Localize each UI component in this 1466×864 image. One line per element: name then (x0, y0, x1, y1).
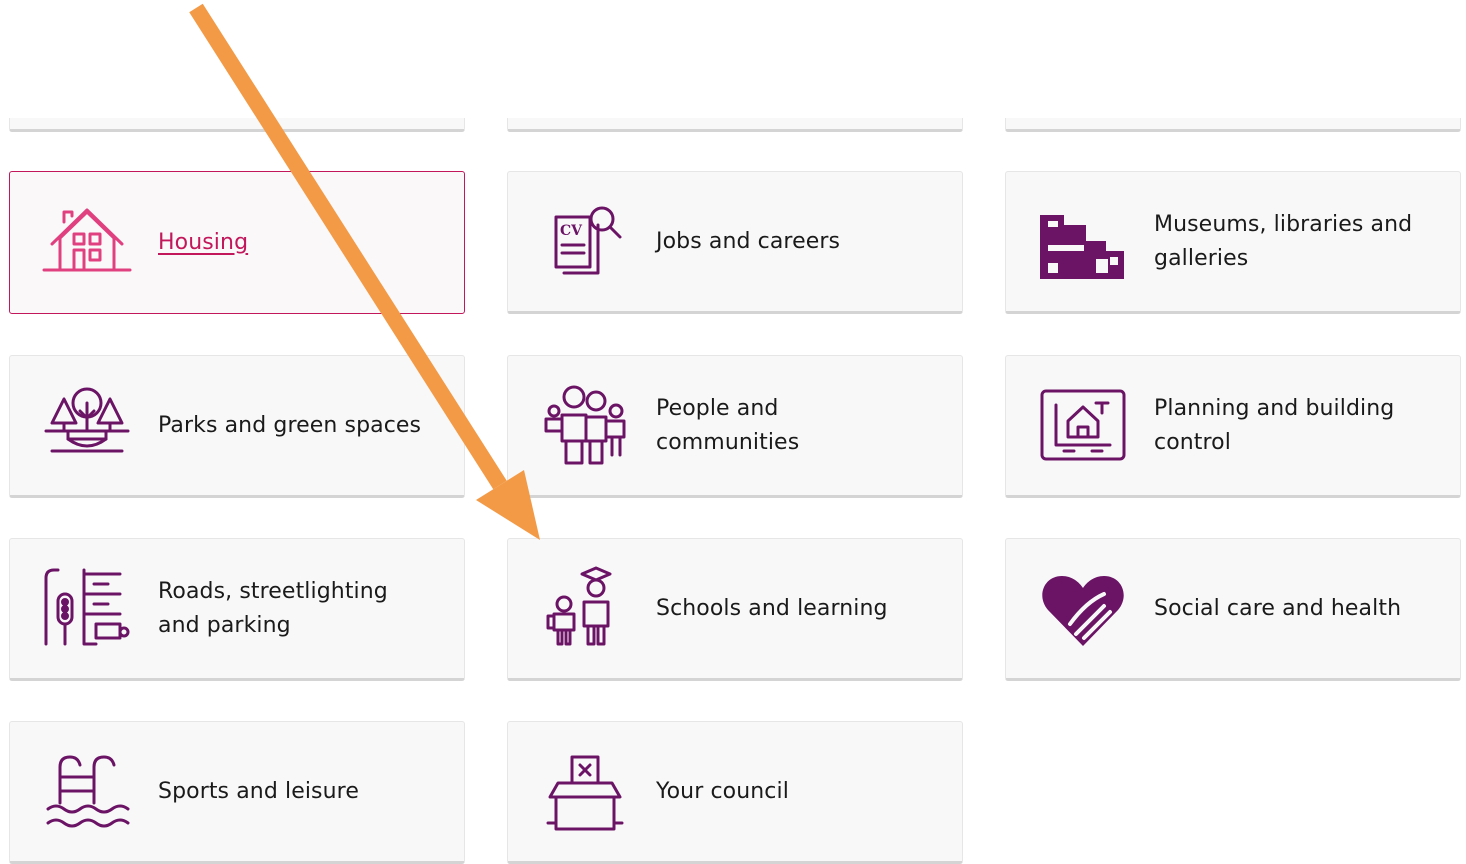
cv-search-icon: CV (536, 193, 634, 291)
card-label[interactable]: People and communities (656, 392, 922, 460)
card-planning-and-building-control[interactable]: Planning and building control (1005, 355, 1461, 498)
card-label[interactable]: Parks and green spaces (158, 409, 424, 443)
card-your-council[interactable]: Your council (507, 721, 963, 864)
traffic-light-road-icon (38, 560, 136, 658)
card-partial-top[interactable] (507, 118, 963, 132)
card-label[interactable]: Planning and building control (1154, 392, 1420, 460)
museum-building-icon (1034, 193, 1132, 291)
card-sports-and-leisure[interactable]: Sports and leisure (9, 721, 465, 864)
card-roads-streetlighting-and-parking[interactable]: Roads, streetlighting and parking (9, 538, 465, 681)
house-blueprint-icon (1034, 377, 1132, 475)
card-partial-top[interactable] (1005, 118, 1461, 132)
trees-park-icon (38, 377, 136, 475)
card-museums-libraries-and-galleries[interactable]: Museums, libraries and galleries (1005, 171, 1461, 314)
card-partial-top[interactable] (9, 118, 465, 132)
heart-hand-icon (1034, 560, 1132, 658)
card-label[interactable]: Schools and learning (656, 592, 922, 626)
ballot-box-icon (536, 743, 634, 841)
service-card-grid: Housing CV Jobs and careers Museums, lib… (0, 0, 1466, 864)
svg-text:CV: CV (560, 223, 583, 239)
card-social-care-and-health[interactable]: Social care and health (1005, 538, 1461, 681)
card-jobs-and-careers[interactable]: CV Jobs and careers (507, 171, 963, 314)
card-parks-and-green-spaces[interactable]: Parks and green spaces (9, 355, 465, 498)
card-label[interactable]: Roads, streetlighting and parking (158, 575, 424, 643)
swimming-pool-icon (38, 743, 136, 841)
card-housing[interactable]: Housing (9, 171, 465, 314)
card-label[interactable]: Jobs and careers (656, 225, 922, 259)
card-label[interactable]: Social care and health (1154, 592, 1420, 626)
card-label[interactable]: Your council (656, 775, 922, 809)
people-group-icon (536, 377, 634, 475)
graduate-child-icon (536, 560, 634, 658)
house-icon (38, 194, 136, 292)
card-label[interactable]: Sports and leisure (158, 775, 424, 809)
card-people-and-communities[interactable]: People and communities (507, 355, 963, 498)
card-schools-and-learning[interactable]: Schools and learning (507, 538, 963, 681)
card-label[interactable]: Housing (158, 226, 424, 260)
card-label[interactable]: Museums, libraries and galleries (1154, 208, 1420, 276)
